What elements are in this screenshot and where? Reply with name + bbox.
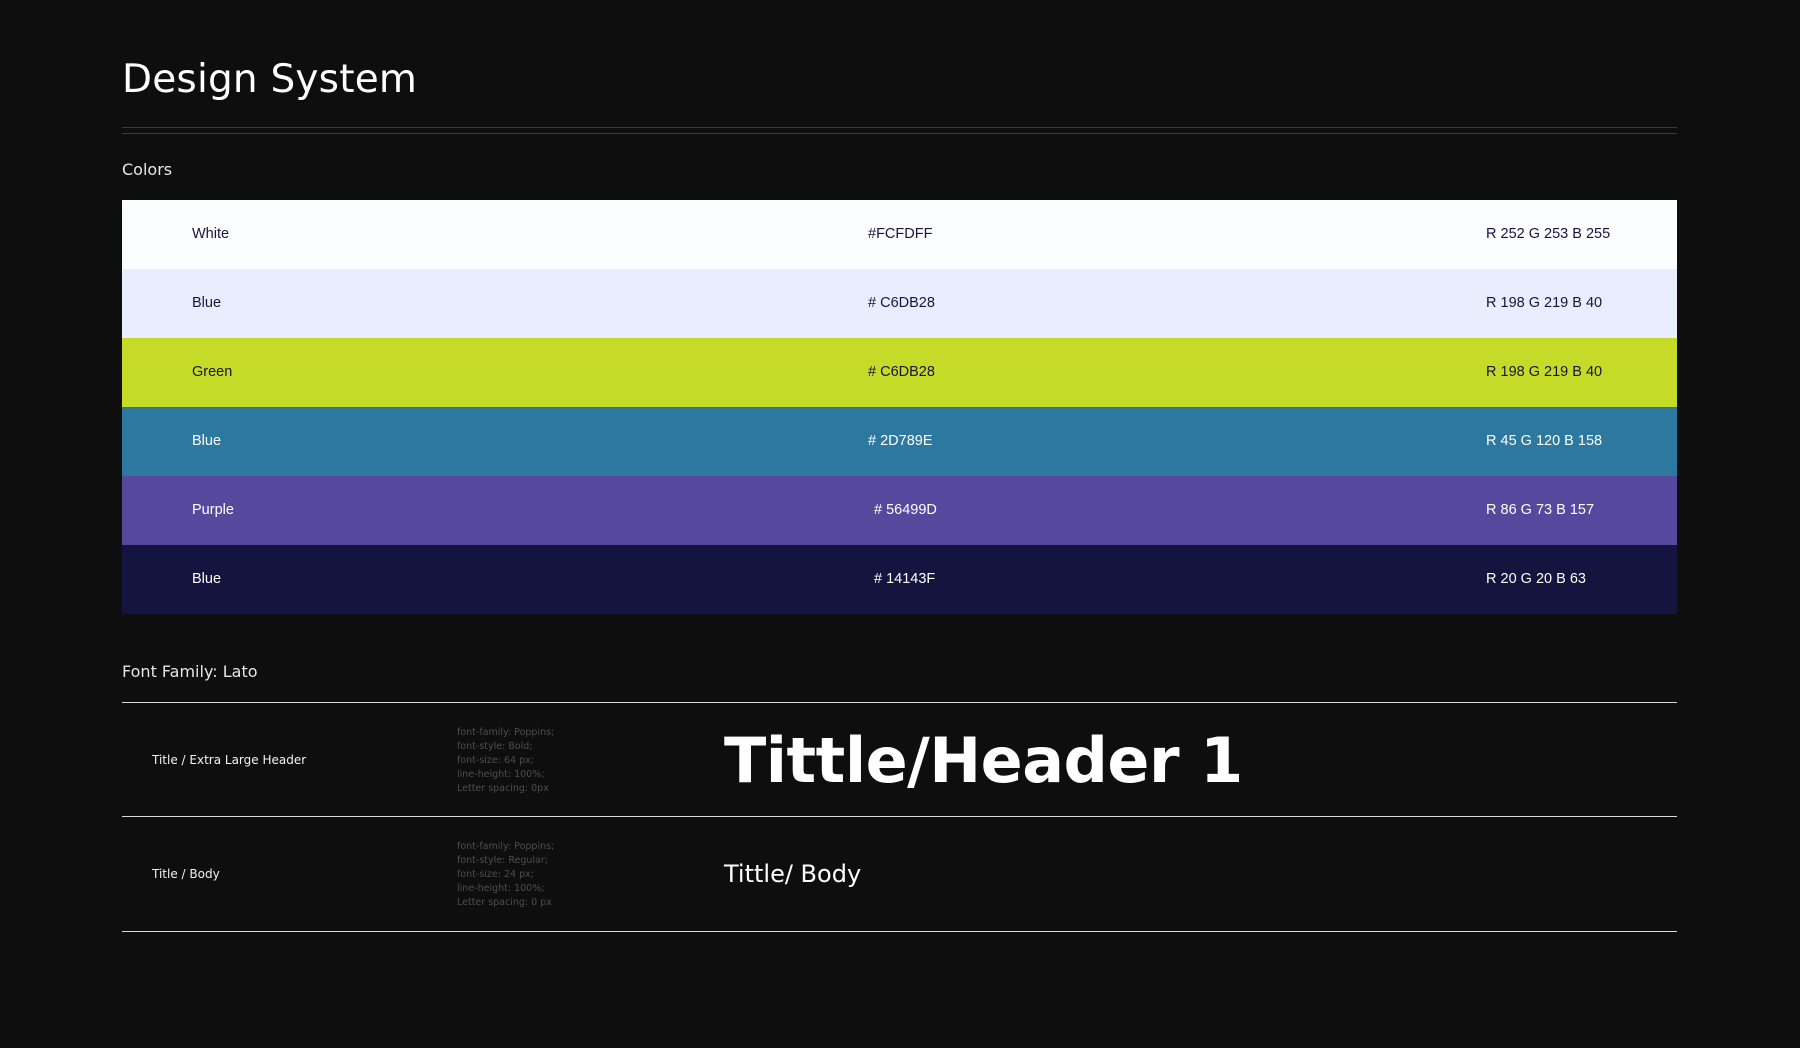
type-sample-header: Tittle/Header 1 — [724, 724, 1243, 797]
type-style-name: Title / Extra Large Header — [152, 753, 307, 767]
typography-section-label: Font Family: Lato — [122, 662, 258, 681]
spec-line: font-size: 24 px; — [457, 869, 534, 880]
color-rgb: R 252 G 253 B 255 — [1486, 226, 1611, 242]
spec-line: line-height: 100%; — [457, 769, 545, 780]
color-hex: # C6DB28 — [868, 295, 935, 311]
color-hex: # 14143F — [874, 571, 936, 587]
spec-line: font-family: Poppins; — [457, 727, 555, 738]
color-hex: #FCFDFF — [868, 226, 933, 242]
color-rgb: R 86 G 73 B 157 — [1486, 502, 1595, 518]
color-row: White #FCFDFF R 252 G 253 B 255 — [122, 200, 1677, 269]
colors-section-label: Colors — [122, 160, 173, 179]
color-name: Blue — [192, 433, 222, 449]
type-style-specs: font-family: Poppins; font-style: Regula… — [457, 840, 554, 910]
color-rgb: R 20 G 20 B 63 — [1486, 571, 1586, 587]
color-row: Blue # 2D789E R 45 G 120 B 158 — [122, 407, 1677, 476]
color-name: Green — [192, 364, 233, 380]
type-style-specs: font-family: Poppins; font-style: Bold; … — [457, 726, 554, 796]
spec-line: font-size: 64 px; — [457, 755, 534, 766]
color-rgb: R 198 G 219 B 40 — [1486, 295, 1603, 311]
spec-line: font-family: Poppins; — [457, 841, 555, 852]
spec-line: font-style: Regular; — [457, 855, 548, 866]
spec-line: Letter spacing: 0px — [457, 783, 549, 794]
colors-table: White #FCFDFF R 252 G 253 B 255 Blue # C… — [122, 200, 1677, 614]
color-row: Green # C6DB28 R 198 G 219 B 40 — [122, 338, 1677, 407]
type-divider — [122, 931, 1677, 932]
type-style-row: Title / Extra Large Header font-family: … — [122, 703, 1677, 817]
color-name: Purple — [192, 502, 234, 518]
color-name: Blue — [192, 571, 222, 587]
spec-line: Letter spacing: 0 px — [457, 897, 552, 908]
color-hex: # 2D789E — [868, 433, 933, 449]
color-hex: # C6DB28 — [868, 364, 935, 380]
type-sample-body: Tittle/ Body — [724, 860, 862, 888]
spec-line: line-height: 100%; — [457, 883, 545, 894]
header-divider — [122, 133, 1677, 134]
type-style-name: Title / Body — [152, 867, 220, 881]
page-title: Design System — [122, 57, 418, 102]
color-row: Purple # 56499D R 86 G 73 B 157 — [122, 476, 1677, 545]
color-rgb: R 45 G 120 B 158 — [1486, 433, 1603, 449]
color-hex: # 56499D — [874, 502, 937, 518]
spec-line: font-style: Bold; — [457, 741, 533, 752]
color-row: Blue # 14143F R 20 G 20 B 63 — [122, 545, 1677, 614]
color-name: White — [192, 226, 230, 242]
color-name: Blue — [192, 295, 222, 311]
color-rgb: R 198 G 219 B 40 — [1486, 364, 1603, 380]
header-divider — [122, 127, 1677, 128]
color-row: Blue # C6DB28 R 198 G 219 B 40 — [122, 269, 1677, 338]
type-style-row: Title / Body font-family: Poppins; font-… — [122, 817, 1677, 931]
